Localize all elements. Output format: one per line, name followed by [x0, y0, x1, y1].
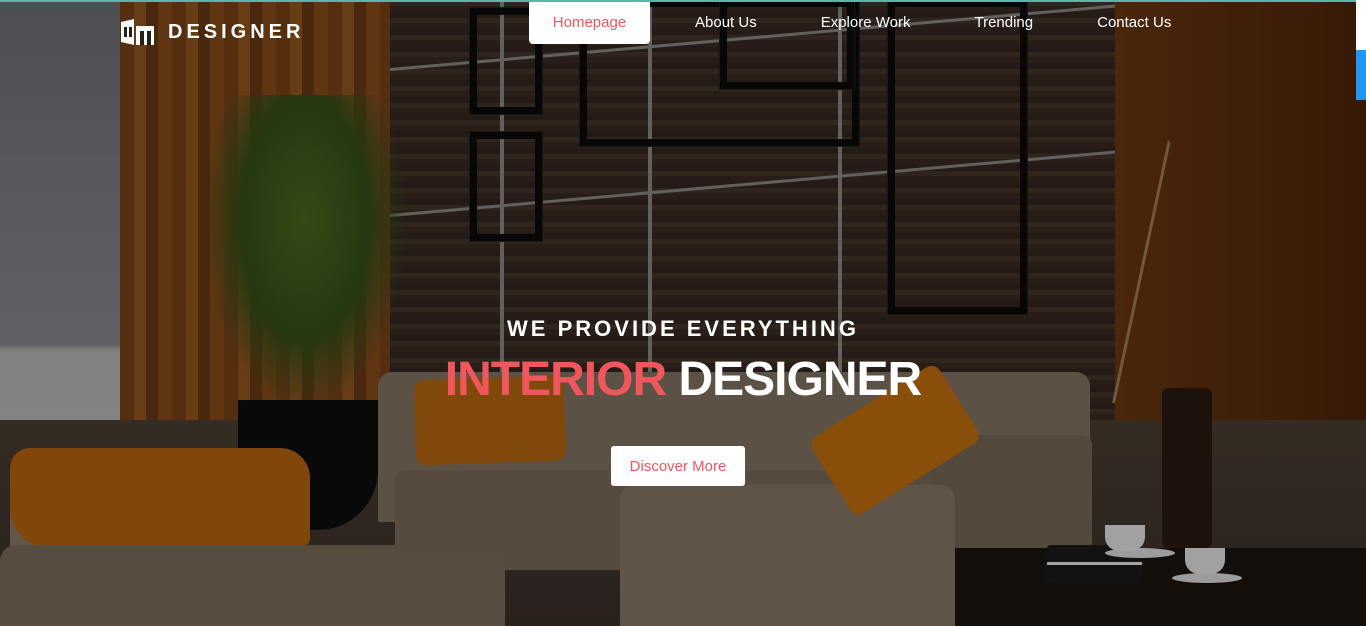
- hero-title-accent: INTERIOR: [444, 353, 667, 406]
- nav-trending[interactable]: Trending: [974, 2, 1033, 44]
- logo-text: DESIGNER: [168, 20, 305, 43]
- hero-title-main: DESIGNER: [678, 353, 922, 406]
- scrollbar[interactable]: [1356, 0, 1366, 100]
- nav-explore-work[interactable]: Explore Work: [821, 2, 911, 44]
- dark-overlay: [0, 0, 1366, 626]
- nav-homepage[interactable]: Homepage: [529, 2, 650, 44]
- hero-subtitle: WE PROVIDE EVERYTHING: [507, 316, 859, 341]
- main-nav: Homepage About Us Explore Work Trending …: [529, 2, 1171, 44]
- hero-title: INTERIOR DESIGNER: [0, 352, 1366, 407]
- hero-background-image: [0, 0, 1366, 626]
- building-logo-icon: [120, 18, 156, 46]
- nav-about-us[interactable]: About Us: [695, 2, 757, 44]
- logo[interactable]: DESIGNER: [120, 18, 304, 46]
- discover-more-button[interactable]: Discover More: [611, 446, 745, 486]
- nav-contact-us[interactable]: Contact Us: [1097, 2, 1171, 44]
